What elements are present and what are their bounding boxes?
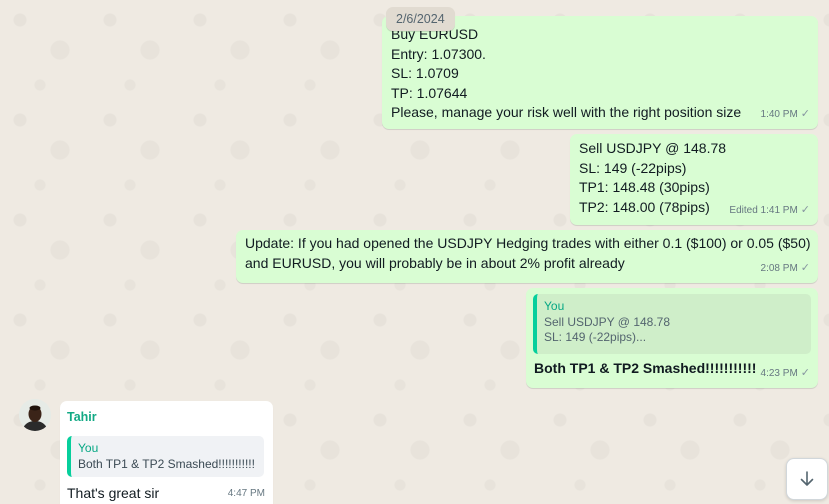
sender-name[interactable]: Tahir xyxy=(67,408,264,428)
message-line: Please, manage your risk well with the r… xyxy=(391,104,742,120)
message-time: 1:40 PM xyxy=(760,108,798,120)
message-line: SL: 149 (-22pips) xyxy=(579,159,687,176)
message-line: and EURUSD, you will probably be in abou… xyxy=(245,254,625,271)
quote-line: SL: 149 (-22pips)... xyxy=(544,330,647,344)
message-time: 4:23 PM xyxy=(760,367,798,379)
sent-check-icon: ✓ xyxy=(800,261,810,274)
quoted-message[interactable]: You Sell USDJPY @ 148.78 SL: 149 (-22pip… xyxy=(533,294,811,354)
message-bubble[interactable]: Tahir You Both TP1 & TP2 Smashed!!!!!!!!… xyxy=(60,401,273,504)
quoted-message[interactable]: You Both TP1 & TP2 Smashed!!!!!!!!!!! xyxy=(67,435,264,477)
sent-check-icon: ✓ xyxy=(800,203,810,216)
message-bubble[interactable]: Buy EURUSD Entry: 1.07300. SL: 1.0709 TP… xyxy=(382,16,818,129)
avatar-image xyxy=(19,399,51,431)
quote-author: You xyxy=(544,299,565,313)
message-line: Entry: 1.07300. xyxy=(391,45,486,62)
message-line: Sell USDJPY @ 148.78 xyxy=(579,140,727,156)
message-line: SL: 1.0709 xyxy=(391,65,459,81)
message-bubble[interactable]: Update: If you had opened the USDJPY Hed… xyxy=(236,230,818,283)
message-line: TP1: 148.48 (30pips) xyxy=(579,179,710,195)
date-separator: 2/6/2024 xyxy=(386,7,455,31)
message-time: 4:47 PM xyxy=(227,487,265,499)
message-bubble[interactable]: You Sell USDJPY @ 148.78 SL: 149 (-22pip… xyxy=(526,288,818,388)
quote-line: Both TP1 & TP2 Smashed!!!!!!!!!!! xyxy=(78,456,255,471)
message-line: TP: 1.07644 xyxy=(391,84,468,101)
message-time: Edited 1:41 PM xyxy=(729,204,798,216)
message-line: Buy EURUSD xyxy=(391,26,479,42)
message-bubble[interactable]: Sell USDJPY @ 148.78 SL: 149 (-22pips) T… xyxy=(570,134,818,225)
message-line: Update: If you had opened the USDJPY Hed… xyxy=(245,235,811,251)
message-meta: 4:23 PM ✓ xyxy=(761,364,810,384)
message-meta: Edited 1:41 PM ✓ xyxy=(729,201,810,221)
scroll-to-bottom-button[interactable] xyxy=(786,458,828,500)
contact-avatar[interactable] xyxy=(19,399,51,431)
message-meta: 1:40 PM ✓ xyxy=(761,105,810,125)
sent-check-icon: ✓ xyxy=(800,366,810,379)
arrow-down-icon xyxy=(800,471,814,486)
message-meta: 2:08 PM ✓ xyxy=(761,259,810,279)
message-meta: 4:47 PM xyxy=(228,484,265,504)
quote-author: You xyxy=(78,440,99,455)
sent-check-icon: ✓ xyxy=(800,107,810,120)
quote-line: Sell USDJPY @ 148.78 xyxy=(544,315,671,329)
message-time: 2:08 PM xyxy=(760,262,798,274)
